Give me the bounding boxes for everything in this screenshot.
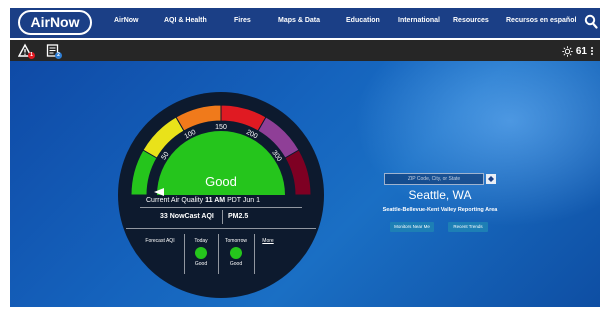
reporting-area: Seattle-Bellevue-Kent Valley Reporting A… [382, 207, 498, 213]
divider [218, 234, 219, 274]
divider [254, 234, 255, 274]
divider [140, 207, 302, 208]
nav-recursos-espanol[interactable]: Recursos en español [506, 17, 576, 24]
temperature-value: 61 [575, 45, 587, 57]
forecast-tomorrow[interactable]: Tomorrow Good [220, 238, 252, 267]
nav-maps-data[interactable]: Maps & Data [278, 17, 320, 24]
sun-icon [562, 45, 573, 57]
current-date: PDT Jun 1 [227, 197, 261, 204]
nav-fires[interactable]: Fires [234, 17, 251, 24]
divider [126, 228, 316, 229]
divider [222, 210, 223, 224]
alert-count-badge: 1 [28, 52, 35, 59]
more-vertical-icon[interactable] [590, 46, 594, 56]
search-go-button[interactable] [486, 174, 496, 184]
forecast-status-dot [230, 247, 242, 259]
gauge-scale-label: 150 [215, 124, 227, 131]
divider [184, 234, 185, 274]
aqi-gauge: 50100150200300 [130, 104, 312, 196]
city-name: Seattle, WA [408, 188, 472, 202]
aqi-value: 33 [160, 213, 168, 220]
airnow-logo[interactable]: AirNow [18, 10, 92, 35]
forecast-day-name: Tomorrow [225, 238, 247, 244]
forecast-status: Good [194, 261, 208, 267]
forecast-status-dot [195, 247, 207, 259]
notice-count-badge: 2 [55, 52, 62, 59]
top-navigation: AirNow AirNow AQI & Health Fires Maps & … [10, 8, 600, 38]
current-time: 11 AM [205, 197, 226, 204]
nowcast-line: 33 NowCast AQI [160, 213, 214, 220]
forecast-more-link[interactable]: More [258, 238, 278, 244]
forecast-today[interactable]: Today Good [186, 238, 216, 267]
zip-search-input[interactable] [384, 173, 484, 185]
recent-trends-button[interactable]: Recent Trends [448, 222, 488, 232]
nav-international[interactable]: International [398, 17, 440, 24]
nav-resources[interactable]: Resources [453, 17, 489, 24]
current-air-quality-line: Current Air Quality 11 AM PDT Jun 1 [146, 197, 260, 204]
aqi-label: NowCast AQI [169, 213, 214, 220]
gauge-segment [220, 104, 267, 132]
forecast-day-name: Today [194, 238, 208, 244]
forecast-status: Good [229, 261, 243, 267]
nav-aqi-health[interactable]: AQI & Health [164, 17, 207, 24]
aqi-category-label: Good [205, 174, 237, 189]
current-prefix: Current Air Quality [146, 197, 204, 204]
weather-widget[interactable]: 61 [562, 44, 594, 58]
forecast-aqi-label: Forecast AQI [145, 238, 175, 244]
monitors-near-me-button[interactable]: Monitors Near Me [390, 222, 434, 232]
nav-airnow[interactable]: AirNow [114, 17, 139, 24]
nav-education[interactable]: Education [346, 17, 380, 24]
aqi-dial-panel: 50 100 150 200 300 Good Current Air Quality … [118, 92, 324, 298]
pollutant-label: PM2.5 [228, 213, 249, 220]
search-icon[interactable] [584, 14, 598, 30]
alert-bar: 1 2 61 [10, 40, 600, 61]
